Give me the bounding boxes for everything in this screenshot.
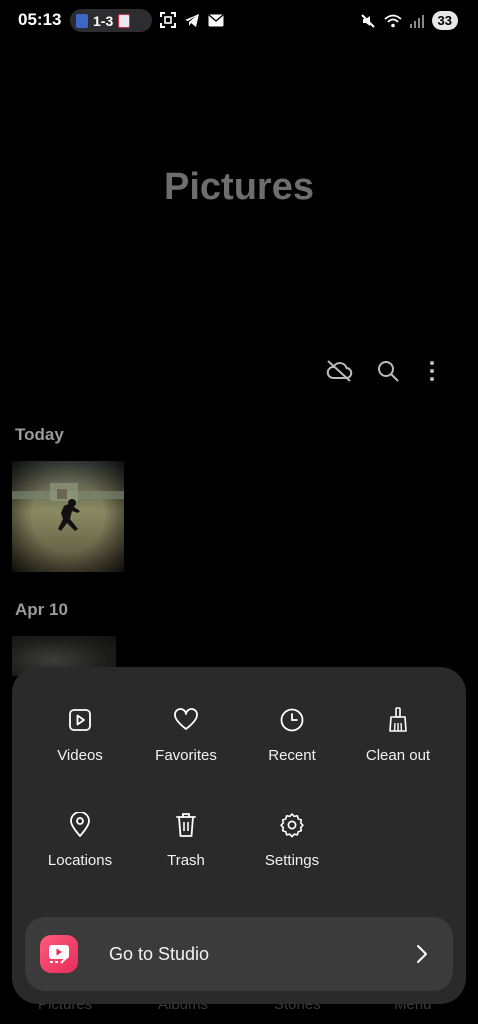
photo-content xyxy=(12,483,124,531)
menu-item-label: Locations xyxy=(47,852,113,869)
studio-app-icon xyxy=(40,935,78,973)
menu-item-label: Settings xyxy=(264,852,320,869)
home-team-badge-icon xyxy=(76,13,88,28)
status-time: 05:13 xyxy=(18,10,62,29)
section-label-apr10: Apr 10 xyxy=(15,600,68,619)
gallery-screen: 05:13 1-3 33 Pictures Today Apr 10 Pictu… xyxy=(0,0,478,1024)
go-to-studio-button[interactable]: Go to Studio xyxy=(25,917,453,991)
heart-icon xyxy=(173,707,199,733)
screenshot-icon xyxy=(160,12,176,28)
status-bar: 05:13 1-3 33 xyxy=(0,0,478,42)
menu-item-locations[interactable]: Locations xyxy=(27,812,133,872)
page-title: Pictures xyxy=(164,166,314,208)
mute-icon xyxy=(360,13,375,28)
trash-icon xyxy=(173,812,199,838)
menu-item-label: Favorites xyxy=(155,747,217,764)
gear-icon xyxy=(279,812,305,838)
menu-item-recent[interactable]: Recent xyxy=(239,707,345,767)
cloud-off-icon[interactable] xyxy=(324,356,354,386)
video-icon xyxy=(67,707,93,733)
photo-thumbnail[interactable] xyxy=(12,461,124,572)
more-vert-icon[interactable] xyxy=(417,356,447,386)
menu-item-label: Clean out xyxy=(365,747,431,764)
menu-item-label: Recent xyxy=(268,747,316,764)
menu-item-settings[interactable]: Settings xyxy=(239,812,345,872)
menu-item-clean-out[interactable]: Clean out xyxy=(345,707,451,767)
location-pin-icon xyxy=(67,812,93,838)
menu-item-label: Trash xyxy=(167,852,205,869)
battery-indicator: 33 xyxy=(431,11,458,30)
menu-item-videos[interactable]: Videos xyxy=(27,707,133,767)
mail-icon xyxy=(208,13,224,26)
menu-item-label: Videos xyxy=(57,747,103,764)
signal-icon xyxy=(409,14,424,28)
menu-item-favorites[interactable]: Favorites xyxy=(133,707,239,767)
chevron-right-icon xyxy=(417,945,427,963)
section-label-today: Today xyxy=(15,425,64,444)
clock-icon xyxy=(279,707,305,733)
search-icon[interactable] xyxy=(373,356,403,386)
studio-label: Go to Studio xyxy=(109,943,210,964)
telegram-icon xyxy=(185,13,199,27)
away-team-badge-icon xyxy=(118,13,131,28)
menu-sheet: Videos Favorites Recent Clean out Locati… xyxy=(12,667,466,1004)
live-score-pill[interactable]: 1-3 xyxy=(70,9,152,32)
broom-icon xyxy=(385,707,411,733)
notification-icons xyxy=(160,12,224,28)
system-icons: 33 xyxy=(360,11,458,30)
menu-item-trash[interactable]: Trash xyxy=(133,812,239,872)
score-text: 1-3 xyxy=(93,12,114,29)
wifi-icon xyxy=(383,14,402,27)
